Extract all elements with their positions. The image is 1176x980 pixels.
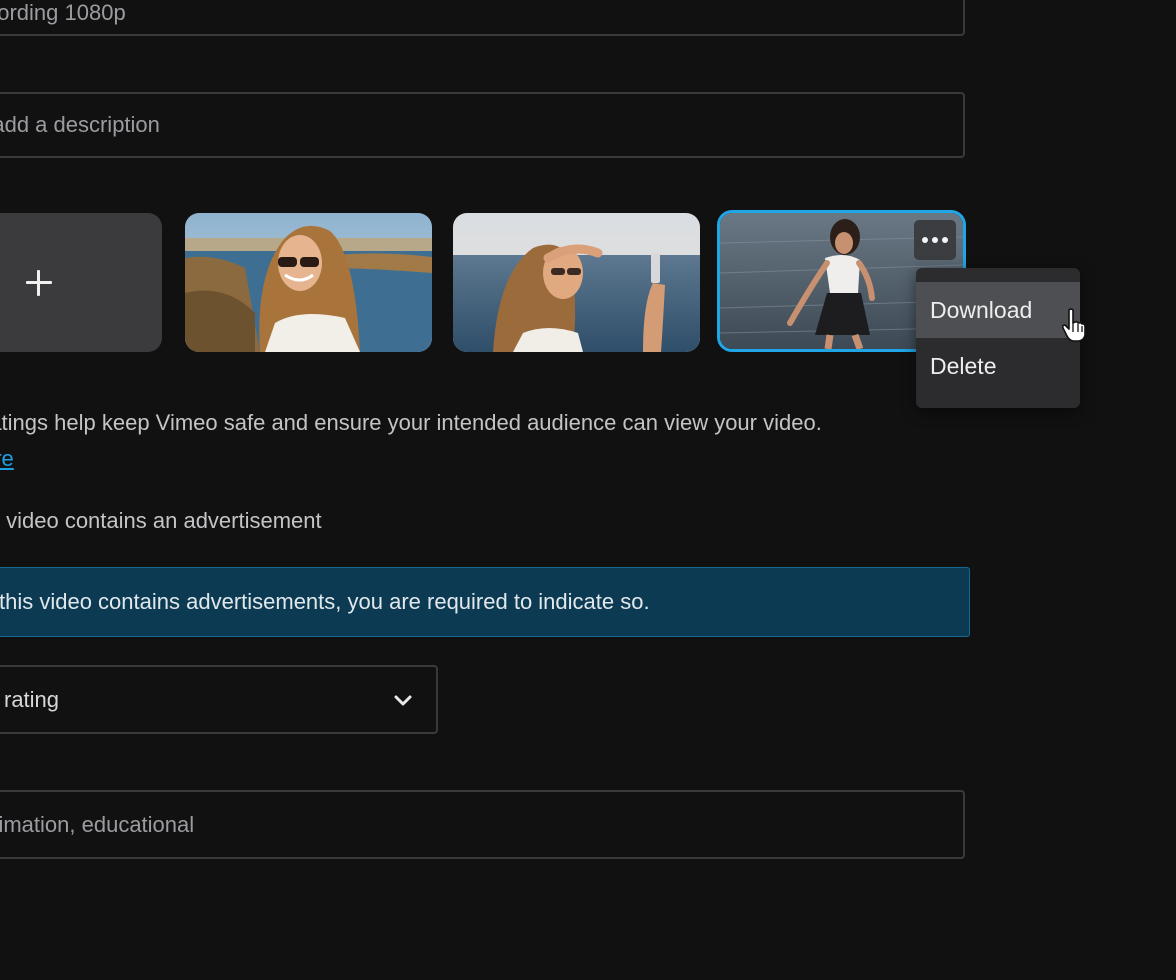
dot xyxy=(942,237,948,243)
menu-item-delete[interactable]: Delete xyxy=(916,338,1080,394)
thumbnail-1[interactable] xyxy=(185,213,432,352)
title-input-value: ecording 1080p xyxy=(0,0,126,25)
advertisement-notice: this video contains advertisements, you … xyxy=(0,567,970,637)
menu-item-download[interactable]: Download xyxy=(916,282,1080,338)
learn-more-link[interactable]: ore xyxy=(0,446,14,472)
video-settings-page: ecording 1080p o add a description xyxy=(0,0,1176,980)
hand-pointer-icon xyxy=(1061,308,1086,342)
dot xyxy=(922,237,928,243)
thumbnail-2[interactable] xyxy=(453,213,700,352)
advertisement-checkbox-label[interactable]: s video contains an advertisement xyxy=(0,508,322,534)
plus-icon xyxy=(26,269,52,296)
chevron-down-icon xyxy=(394,695,412,706)
thumbnail-context-menu: Download Delete xyxy=(916,268,1080,408)
add-thumbnail-button[interactable] xyxy=(0,213,162,352)
advertisement-notice-text: this video contains advertisements, you … xyxy=(0,589,650,614)
thumbnail-2-image xyxy=(453,213,700,352)
title-input[interactable]: ecording 1080p xyxy=(0,0,965,36)
content-rating-info: ratings help keep Vimeo safe and ensure … xyxy=(0,410,822,435)
tags-input[interactable]: animation, educational xyxy=(0,790,965,859)
content-rating-select[interactable]: rating xyxy=(0,665,438,734)
description-placeholder: o add a description xyxy=(0,112,160,137)
tags-placeholder: animation, educational xyxy=(0,811,195,837)
thumbnail-more-button[interactable] xyxy=(914,220,956,260)
dot xyxy=(932,237,938,243)
content-rating-select-value: rating xyxy=(4,686,60,712)
description-input[interactable]: o add a description xyxy=(0,92,965,158)
thumbnail-1-image xyxy=(185,213,432,352)
